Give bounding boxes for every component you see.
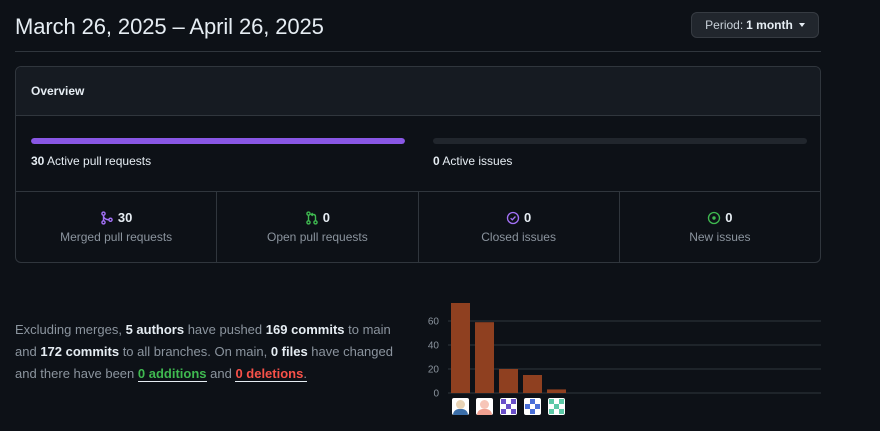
y-tick-label: 20: [428, 365, 440, 376]
avatar-icon-4[interactable]: [524, 398, 541, 415]
commit-summary: Excluding merges, 5 authors have pushed …: [15, 319, 395, 385]
active-issues-link[interactable]: 0 Active issues: [433, 154, 512, 168]
summary-text: to all branches. On main,: [119, 344, 271, 359]
active-pr-link[interactable]: 30 Active pull requests: [31, 154, 151, 168]
summary-text: have pushed: [184, 322, 266, 337]
overview-header: Overview: [16, 67, 820, 116]
avatar-icon-3[interactable]: [500, 398, 517, 415]
new-issue-icon: [708, 211, 721, 224]
bar: [451, 303, 470, 393]
header-divider: [15, 51, 821, 52]
summary-text: and: [206, 366, 236, 381]
active-issues-label: Active issues: [442, 154, 513, 168]
deletions-link[interactable]: 0 deletions: [235, 366, 304, 382]
period-prefix: Period:: [705, 18, 744, 32]
open-pr-icon: [305, 210, 318, 225]
period-dropdown-button[interactable]: Period: 1 month: [691, 12, 819, 38]
closed-issue-icon: [506, 211, 520, 224]
stat-value: 0: [322, 210, 330, 225]
y-tick-label: 60: [428, 317, 440, 328]
stat-value: 0: [725, 210, 733, 225]
overview-bars: 30 Active pull requests 0 Active issues: [16, 116, 820, 192]
page-title: March 26, 2025 – April 26, 2025: [15, 14, 324, 39]
overview-stats: 30 Merged pull requests 0 Open pull requ…: [16, 192, 820, 262]
stat-new-issues[interactable]: 0 New issues: [620, 192, 820, 262]
avatar-icon-2[interactable]: [476, 398, 493, 415]
active-issues-bar: [433, 138, 807, 144]
stat-value: 30: [117, 210, 133, 225]
files-changed-count: 0 files: [270, 344, 308, 359]
summary-text: Excluding merges,: [15, 322, 126, 337]
bar: [499, 369, 518, 393]
y-tick-label: 40: [428, 341, 440, 352]
avatar-icon-1[interactable]: [452, 398, 469, 415]
caret-down-icon: [798, 23, 805, 27]
stat-label: Closed issues: [481, 230, 556, 244]
stat-label: New issues: [689, 230, 751, 244]
overview-panel: Overview 30 Active pull requests 0 Activ…: [15, 66, 821, 263]
active-issues-count: 0: [433, 154, 440, 168]
commits-all-count: 172 commits: [40, 344, 120, 359]
stat-merged-prs[interactable]: 30 Merged pull requests: [16, 192, 218, 262]
active-pr-label: Active pull requests: [47, 154, 152, 168]
stat-label: Merged pull requests: [60, 230, 173, 244]
y-tick-label: 0: [433, 389, 439, 400]
summary-text: .: [303, 366, 307, 382]
period-value: 1 month: [746, 18, 793, 32]
stat-closed-issues[interactable]: 0 Closed issues: [419, 192, 620, 262]
bar: [523, 375, 542, 393]
merged-pr-icon: [101, 210, 113, 225]
stat-value: 0: [524, 210, 532, 225]
stat-open-prs[interactable]: 0 Open pull requests: [217, 192, 419, 262]
bar: [475, 322, 494, 393]
bar: [547, 389, 566, 393]
active-pr-count: 30: [31, 154, 45, 168]
active-pr-bar-fill: [31, 138, 405, 144]
stat-label: Open pull requests: [267, 230, 368, 244]
avatar-icon-5[interactable]: [548, 398, 565, 415]
additions-link[interactable]: 0 additions: [137, 366, 207, 382]
commits-main-count: 169 commits: [265, 322, 345, 337]
active-pr-bar: [31, 138, 405, 144]
authors-count: 5 authors: [125, 322, 185, 337]
